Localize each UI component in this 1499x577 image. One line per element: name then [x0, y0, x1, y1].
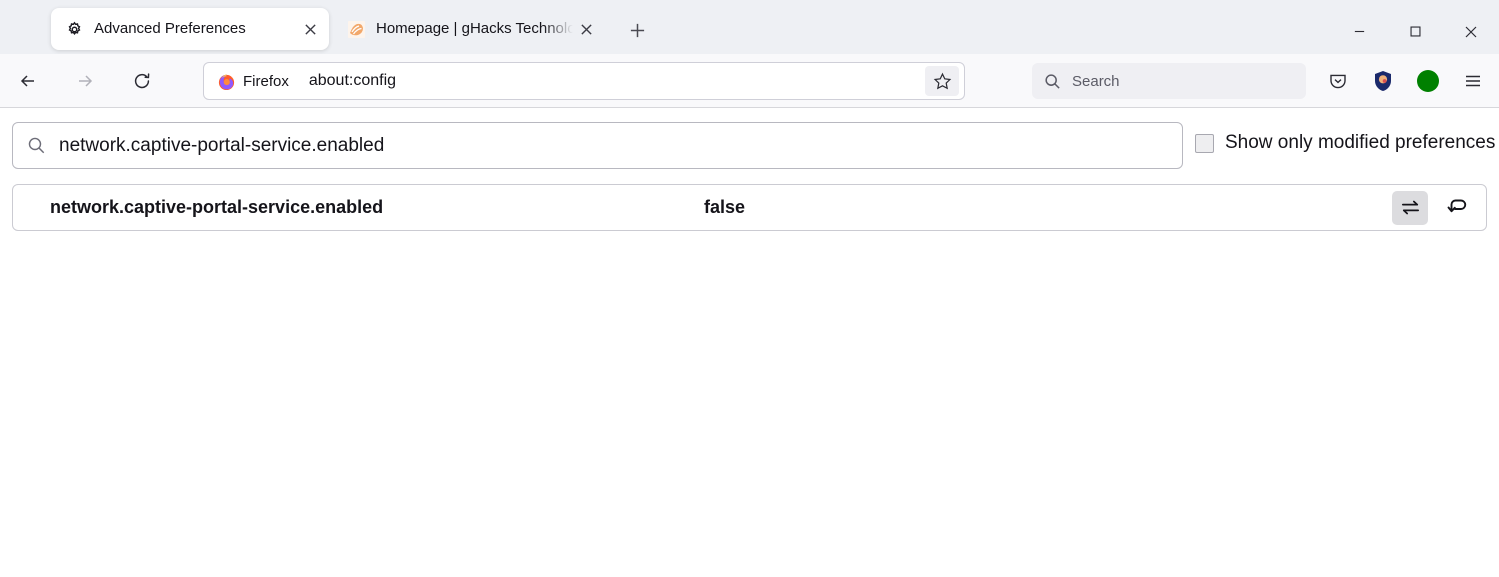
show-only-modified-checkbox[interactable] — [1195, 134, 1214, 153]
back-button[interactable] — [11, 64, 45, 98]
close-icon — [1464, 25, 1478, 39]
star-icon — [933, 72, 952, 91]
arrow-right-icon — [75, 71, 95, 91]
tab-title: Homepage | gHacks Technolog — [376, 19, 573, 39]
filter-row: network.captive-portal-service.enabled S… — [0, 122, 1499, 174]
new-tab-button[interactable] — [623, 16, 651, 44]
pocket-button[interactable] — [1321, 64, 1355, 98]
search-icon — [27, 136, 46, 155]
preference-name: network.captive-portal-service.enabled — [50, 197, 383, 218]
reload-button[interactable] — [125, 64, 159, 98]
toggle-button[interactable] — [1392, 191, 1428, 225]
minimize-button[interactable] — [1331, 6, 1387, 57]
toggle-icon — [1400, 197, 1421, 218]
row-actions — [1392, 191, 1476, 225]
preference-search-input[interactable]: network.captive-portal-service.enabled — [12, 122, 1183, 169]
url-input[interactable]: about:config — [309, 72, 925, 90]
app-menu-icon — [1463, 71, 1483, 91]
aboutconfig-page: network.captive-portal-service.enabled S… — [0, 109, 1499, 577]
show-only-modified-row[interactable]: Show only modified preferences — [1195, 132, 1495, 154]
urlbar-divider — [299, 71, 300, 91]
account-button[interactable] — [1411, 64, 1445, 98]
extension-button[interactable] — [1366, 64, 1400, 98]
bookmark-button[interactable] — [925, 66, 959, 96]
tab-close-button[interactable] — [573, 16, 599, 42]
arrow-left-icon — [18, 71, 38, 91]
identity-label: Firefox — [243, 73, 289, 90]
close-window-button[interactable] — [1443, 6, 1499, 57]
firefox-logo-icon — [217, 72, 236, 91]
search-icon — [1044, 73, 1061, 90]
identity-box[interactable]: Firefox — [209, 66, 299, 96]
show-only-modified-label: Show only modified preferences — [1225, 132, 1495, 154]
app-menu-button[interactable] — [1456, 64, 1490, 98]
tab-strip: Advanced Preferences Homepage | gHacks T… — [0, 3, 1499, 54]
pocket-icon — [1328, 71, 1348, 91]
tab-close-button[interactable] — [297, 16, 323, 42]
toolbar-search-bar[interactable]: Search — [1032, 63, 1306, 99]
extension-shield-icon — [1373, 70, 1393, 92]
reset-icon — [1447, 197, 1469, 219]
reset-button[interactable] — [1440, 191, 1476, 225]
gear-icon — [65, 20, 83, 38]
preference-search-value: network.captive-portal-service.enabled — [59, 135, 384, 157]
tab-ghacks-homepage[interactable]: Homepage | gHacks Technolog — [333, 8, 605, 50]
forward-button[interactable] — [68, 64, 102, 98]
table-row[interactable]: network.captive-portal-service.enabled f… — [12, 184, 1487, 231]
preference-value: false — [704, 197, 745, 218]
account-icon — [1417, 70, 1439, 92]
tab-advanced-preferences[interactable]: Advanced Preferences — [51, 8, 329, 50]
url-bar[interactable]: Firefox about:config — [203, 62, 965, 100]
toolbar-icons — [1321, 63, 1490, 99]
search-input[interactable]: Search — [1072, 73, 1120, 90]
ghacks-favicon — [347, 20, 365, 38]
plus-icon — [629, 22, 646, 39]
reload-icon — [132, 71, 152, 91]
tab-title: Advanced Preferences — [94, 19, 297, 39]
minimize-icon — [1353, 25, 1366, 38]
maximize-button[interactable] — [1387, 6, 1443, 57]
window-controls — [1331, 6, 1499, 57]
maximize-icon — [1409, 25, 1422, 38]
